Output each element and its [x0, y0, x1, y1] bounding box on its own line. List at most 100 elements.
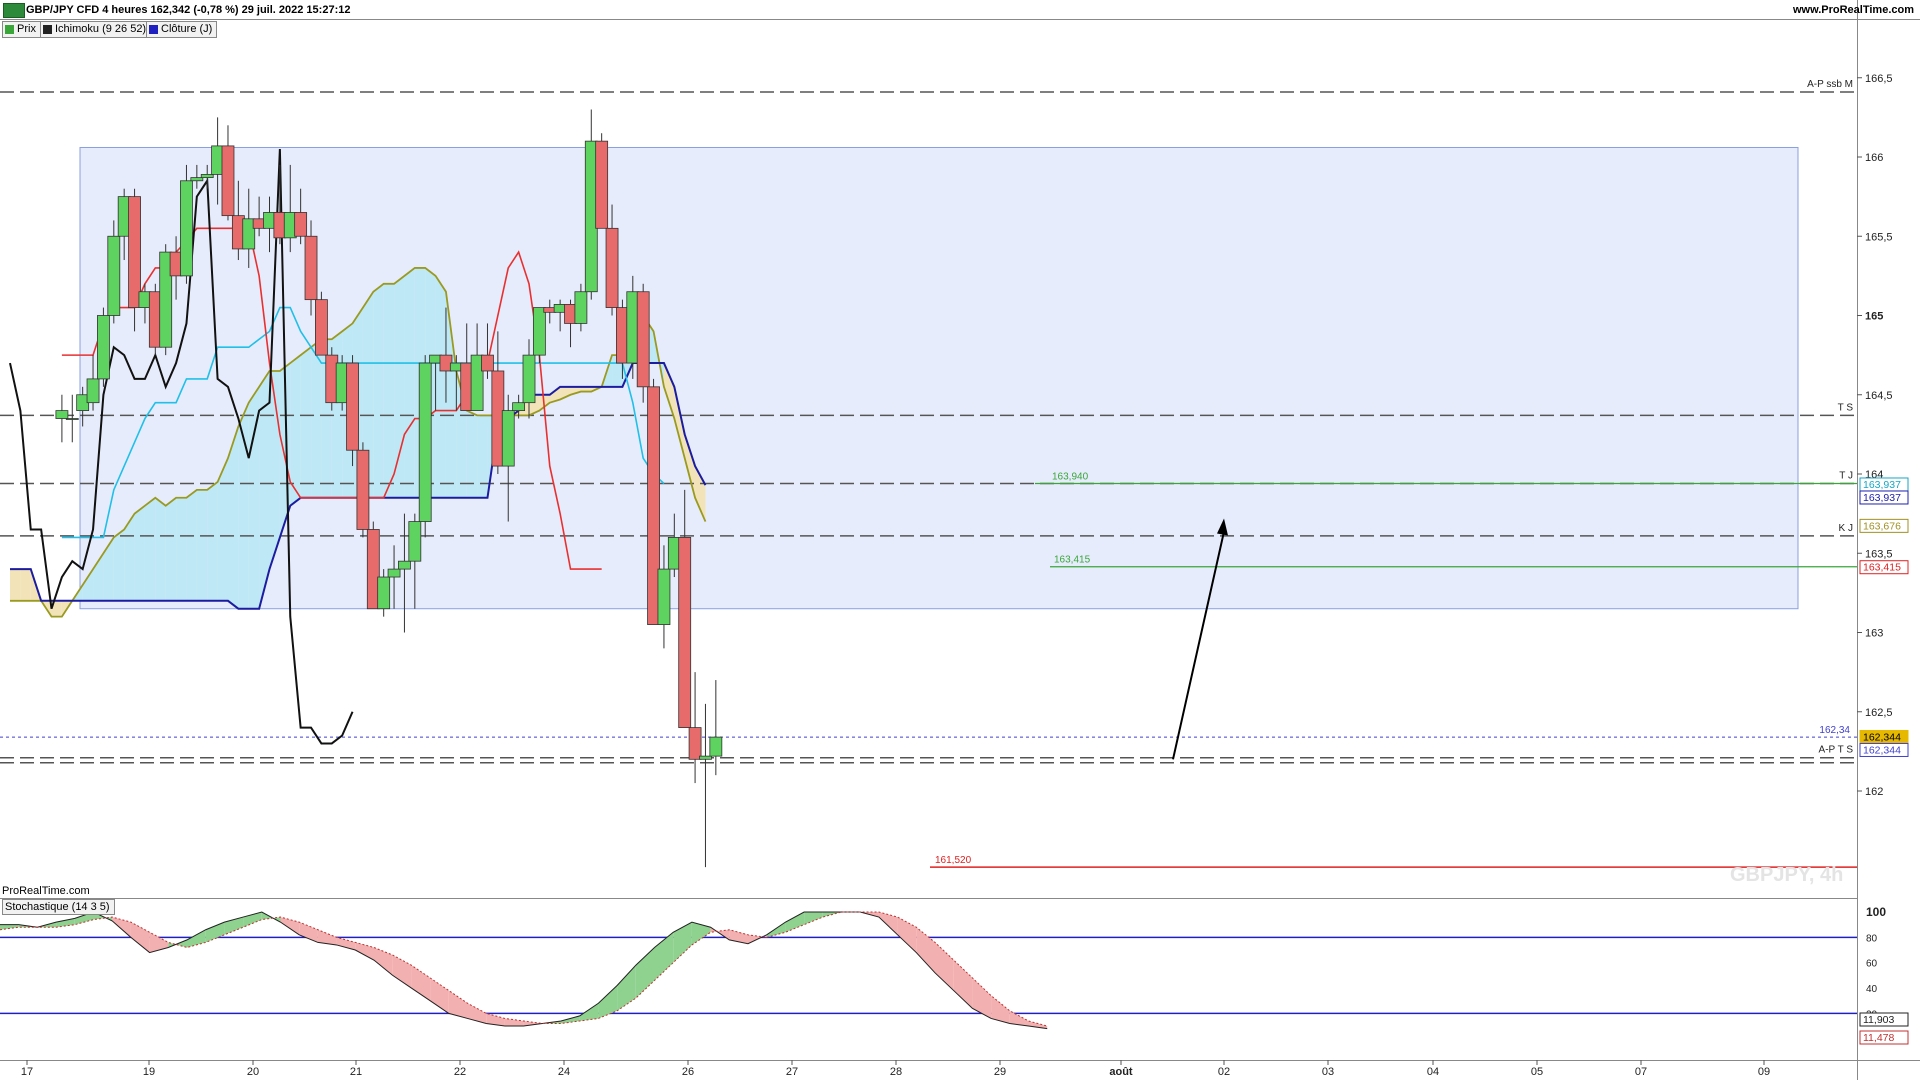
x-tick-label: 26 — [682, 1066, 694, 1078]
ichimoku-swatch-icon — [43, 25, 52, 34]
stoch-fill-segment — [878, 912, 898, 935]
bull-candle — [418, 362, 432, 522]
stoch-k-line — [0, 911, 1048, 1030]
kumo-cloud-segment — [383, 283, 395, 498]
bull-candle — [501, 410, 515, 467]
x-tick-label: 17 — [21, 1066, 33, 1078]
legend-prix[interactable]: Prix — [2, 21, 41, 38]
stoch-fill-segment — [374, 947, 393, 976]
price-tag-label: 162,344 — [1863, 731, 1901, 743]
kumo-cloud-segment — [238, 402, 249, 609]
stoch-fill-segment — [691, 922, 711, 945]
kumo-cloud-segment — [394, 275, 405, 498]
kumo-cloud-segment — [10, 569, 21, 601]
x-tick-label: 05 — [1531, 1066, 1543, 1078]
kumo-cloud-segment — [373, 283, 384, 498]
stoch-fill-segment — [130, 922, 150, 953]
bull-candle — [574, 291, 588, 324]
xaxis-divider — [0, 1060, 1920, 1061]
price-tag-label: 163,676 — [1863, 520, 1901, 532]
stoch-fill-segment — [953, 960, 973, 1009]
legend-ichimoku[interactable]: Ichimoku (9 26 52) — [40, 21, 152, 38]
stoch-tick-label: 100 — [1866, 905, 1886, 919]
x-tick-label: 21 — [350, 1066, 362, 1078]
stoch-fill-segment — [430, 977, 449, 1014]
stoch-fill-segment — [635, 947, 655, 999]
prorealtime-logo — [3, 3, 25, 18]
price-tick-label: 162 — [1865, 786, 1883, 798]
kumo-cloud-segment — [311, 339, 322, 498]
annotation-label: 163,415 — [1054, 555, 1091, 566]
bull-candle — [709, 736, 723, 757]
bear-candle — [605, 227, 619, 308]
annotation-label: 161,520 — [935, 855, 972, 866]
pane-divider — [0, 898, 1857, 899]
legend-cloture-label: Clôture (J) — [161, 23, 213, 35]
bull-candle — [55, 410, 69, 419]
bear-candle — [481, 354, 494, 372]
x-tick-label: 20 — [247, 1066, 259, 1078]
bull-candle — [387, 568, 401, 578]
brand-link[interactable]: www.ProRealTime.com — [1793, 4, 1914, 16]
legend-cloture[interactable]: Clôture (J) — [146, 21, 218, 38]
stoch-fill-segment — [205, 922, 225, 943]
bear-candle — [314, 299, 328, 356]
bear-candle — [595, 140, 609, 229]
kumo-cloud-segment — [113, 529, 125, 601]
x-tick-label: 02 — [1218, 1066, 1230, 1078]
x-tick-label: 22 — [454, 1066, 466, 1078]
bull-candle — [97, 315, 110, 380]
bear-candle — [678, 537, 692, 729]
price-tick-label: 163 — [1865, 628, 1883, 640]
x-tick-label: 24 — [558, 1066, 570, 1078]
stoch-value-label: 11,478 — [1863, 1032, 1894, 1044]
x-tick-label: 19 — [143, 1066, 155, 1078]
price-tick-label: 166 — [1865, 152, 1883, 164]
kumo-cloud-segment — [300, 347, 312, 498]
bull-candle — [408, 521, 422, 562]
kumo-cloud-segment — [165, 497, 177, 601]
stoch-fill-segment — [673, 922, 692, 963]
level-label: A-P T S — [1819, 745, 1854, 756]
price-tag-label: 163,937 — [1863, 492, 1901, 504]
stoch-fill-segment — [336, 937, 356, 951]
stoch-fill-segment — [785, 912, 805, 933]
bear-candle — [636, 291, 650, 388]
level-label: A-P ssb M — [1807, 79, 1853, 90]
stoch-tick-label: 80 — [1866, 933, 1878, 944]
bull-candle — [377, 576, 391, 610]
bear-candle — [304, 235, 318, 301]
stoch-fill-segment — [411, 965, 431, 1001]
stoch-fill-segment — [916, 927, 935, 973]
legend-prix-label: Prix — [17, 23, 36, 35]
header-divider — [0, 19, 1920, 20]
bull-candle — [512, 402, 526, 411]
x-tick-label: 27 — [786, 1066, 798, 1078]
legend-stochastic[interactable]: Stochastique (14 3 5) — [2, 899, 115, 915]
bull-candle — [699, 755, 712, 760]
stoch-fill-segment — [392, 955, 412, 989]
bull-candle — [65, 418, 79, 420]
level-label: T S — [1838, 402, 1854, 413]
kumo-cloud-segment — [435, 275, 446, 498]
bear-candle — [294, 212, 308, 237]
bull-candle — [180, 180, 193, 277]
x-tick-label: 03 — [1322, 1066, 1334, 1078]
axis-divider — [1857, 0, 1858, 1080]
price-tag-label: 162,344 — [1863, 744, 1901, 756]
kumo-cloud-segment — [20, 569, 31, 601]
bull-candle — [107, 235, 121, 316]
bull-candle — [200, 174, 214, 179]
stoch-fill-segment — [280, 917, 300, 935]
stoch-fill-segment — [897, 917, 917, 953]
price-tick-label: 165 — [1865, 311, 1883, 323]
price-tag-label: 163,937 — [1863, 479, 1901, 491]
kumo-cloud-segment — [477, 415, 488, 498]
x-tick-label: 04 — [1427, 1066, 1439, 1078]
kumo-cloud-segment — [176, 497, 187, 601]
symbol-watermark: GBPJPY, 4h — [1730, 864, 1844, 886]
bull-candle — [86, 378, 100, 404]
x-tick-label: 28 — [890, 1066, 902, 1078]
kumo-cloud-segment — [144, 497, 156, 601]
prorealtime-footer-label: ProRealTime.com — [2, 885, 90, 897]
